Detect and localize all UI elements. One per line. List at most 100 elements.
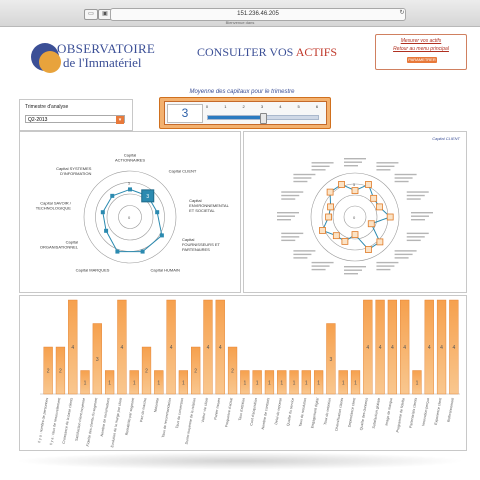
radar2-point[interactable] xyxy=(367,220,375,228)
parametrer-button[interactable]: PARAMETRER xyxy=(407,57,437,63)
bar-category-label: Croissance de la base clients xyxy=(62,397,74,444)
period-select[interactable]: Q2-2013 ▾ xyxy=(25,115,125,124)
average-value: 3 xyxy=(167,104,203,123)
radar2-scale-label: 0 xyxy=(353,215,356,220)
bar-category-label: Duree moyenne de la relation xyxy=(185,397,197,444)
period-box: Trimestre d'analyse Q2-2013 ▾ xyxy=(19,99,133,131)
radar2-axis-label-placeholder xyxy=(281,198,296,200)
gauge-slider-knob[interactable] xyxy=(260,113,267,124)
radar1-point[interactable] xyxy=(155,210,160,215)
main-menu-link[interactable]: Retour au menu principal xyxy=(376,46,466,52)
measure-assets-link[interactable]: Mesurer vos actifs xyxy=(376,38,466,44)
bar-category-label: Referencement xyxy=(447,397,455,422)
gauge-tick-label: 5 xyxy=(297,104,300,109)
radar2-point[interactable] xyxy=(386,213,394,221)
bar-value-label: 1 xyxy=(243,380,246,386)
radar1-point[interactable] xyxy=(159,233,164,238)
capitals-radar-chart: 0 5 3 Capital ACTIONNAIRES Capital CLIENT Capi… xyxy=(36,153,230,273)
bar-category-label: Image de marque xyxy=(385,397,394,425)
bar-category-label: Innovation perçue xyxy=(421,397,430,426)
radar1-axis-label: Capital ENVIRONNEMENTAL ET SOCIETAL xyxy=(189,198,229,213)
gauge-tick-label: 0 xyxy=(205,104,209,109)
radar2-axis-label-placeholder xyxy=(311,165,330,168)
bar-value-label: 1 xyxy=(157,380,160,386)
radar2-point[interactable] xyxy=(370,194,378,202)
radar1-axis-label-line: ORGANISATIONNEL xyxy=(40,245,79,250)
radar1-point[interactable] xyxy=(100,210,105,215)
period-value: Q2-2013 xyxy=(28,117,48,123)
radar1-point[interactable] xyxy=(115,249,120,254)
client-radar-chart: 05 xyxy=(277,158,433,275)
logo: OBSERVATOIRE de l'Immatériel xyxy=(31,41,171,77)
radar2-point[interactable] xyxy=(351,231,359,238)
bar-value-label: 4 xyxy=(71,345,74,351)
bar-value-label: 4 xyxy=(391,345,394,351)
print-icon[interactable]: ▭ xyxy=(84,9,98,20)
bar-value-label: 1 xyxy=(256,380,259,386)
radar2-axis-label-placeholder xyxy=(293,177,312,179)
radar2-point[interactable] xyxy=(325,213,332,221)
indicators-bar-chart: 2 Il y a : nombre de personnes 2 Il y a : t… xyxy=(37,299,460,448)
bar-category-label: Panier moyen xyxy=(213,397,221,420)
radar2-axis-label-placeholder xyxy=(344,273,358,275)
gauge-tick-label: 2 xyxy=(242,104,245,109)
client-radar-title: Capital CLIENT xyxy=(432,136,460,141)
radar1-point-value: 3 xyxy=(146,194,149,200)
radar2-axis-label-placeholder xyxy=(344,161,362,163)
radar1-point[interactable] xyxy=(128,187,132,192)
bar-value-label: 4 xyxy=(366,345,369,351)
bar-category-label: Rentabilite par segment xyxy=(125,397,136,435)
radar2-point[interactable] xyxy=(351,187,359,194)
radar2-point[interactable] xyxy=(319,227,326,234)
bar-value-label: 1 xyxy=(317,380,320,386)
radar2-axis-label-placeholder xyxy=(406,236,425,238)
bar-category-label: Taux de retention xyxy=(323,397,332,425)
bar-value-label: 1 xyxy=(108,380,111,386)
radar2-point[interactable] xyxy=(341,237,349,245)
radar2-axis-label-placeholder xyxy=(293,253,312,256)
radar2-axis-label-placeholder xyxy=(394,253,413,256)
period-label: Trimestre d'analyse xyxy=(25,104,69,110)
bar-category-label: Satisfaction client moyenne xyxy=(74,397,86,441)
radar2-point[interactable] xyxy=(365,246,372,253)
gauge-tick-label: 1 xyxy=(224,104,227,109)
radar2-axis-label-placeholder xyxy=(293,250,316,252)
radar1-axis-label: Capital SYSTEMES D'INFORMATION xyxy=(56,166,92,176)
logo-line2: de l'Immatériel xyxy=(63,55,142,70)
chevron-down-icon[interactable]: ▾ xyxy=(116,116,124,124)
radar1-axis-label: Capital CLIENT xyxy=(169,169,197,174)
reload-icon[interactable]: ↻ xyxy=(396,9,408,18)
radar2-axis-label-placeholder xyxy=(281,191,304,193)
radar2-point[interactable] xyxy=(365,181,372,188)
app-page: OBSERVATOIRE de l'Immatériel CONSULTER V… xyxy=(7,27,473,452)
radar2-point[interactable] xyxy=(376,238,384,246)
radar2-point[interactable] xyxy=(332,232,340,240)
radar2-point[interactable] xyxy=(326,188,334,196)
radar2-scale-label: 5 xyxy=(353,182,356,187)
radar2-point[interactable] xyxy=(375,203,383,211)
menu-box: Mesurer vos actifs Retour au menu princi… xyxy=(375,34,467,70)
bar-category-label: Taux de resolution xyxy=(298,397,307,426)
radar1-axis-label-line: D'INFORMATION xyxy=(60,171,91,176)
bar-category-label: Diversification clients xyxy=(334,397,344,431)
radar2-point[interactable] xyxy=(338,181,345,188)
radar1-point[interactable] xyxy=(110,193,115,198)
bar-value-label: 4 xyxy=(219,345,222,351)
bar-value-label: 1 xyxy=(182,380,185,386)
bar-category-label: Dependance client xyxy=(347,397,356,427)
bar-value-label: 4 xyxy=(121,345,124,351)
radar1-axis-label: Capital SAVOIR / TECHNOLOGIQUE xyxy=(36,200,72,210)
bar-value-label: 4 xyxy=(440,345,443,351)
bar-value-label: 1 xyxy=(416,380,419,386)
radar2-point[interactable] xyxy=(327,203,335,211)
radar1-point[interactable] xyxy=(140,249,145,254)
bar-category-label: Valeur vie client xyxy=(201,397,209,422)
bar-category-label: Engagement digital xyxy=(310,397,319,428)
gauge-scale: 0 1 2 3 4 5 6 xyxy=(205,104,319,112)
radar1-point[interactable] xyxy=(104,228,109,233)
radar2-axis-label-placeholder xyxy=(311,169,326,171)
bar-value-label: 1 xyxy=(133,380,136,386)
gauge-tick-label: 6 xyxy=(315,104,319,109)
radar2-axis-label-placeholder xyxy=(277,215,295,217)
bar-category-label: Evolution de la marge par client xyxy=(110,397,123,447)
